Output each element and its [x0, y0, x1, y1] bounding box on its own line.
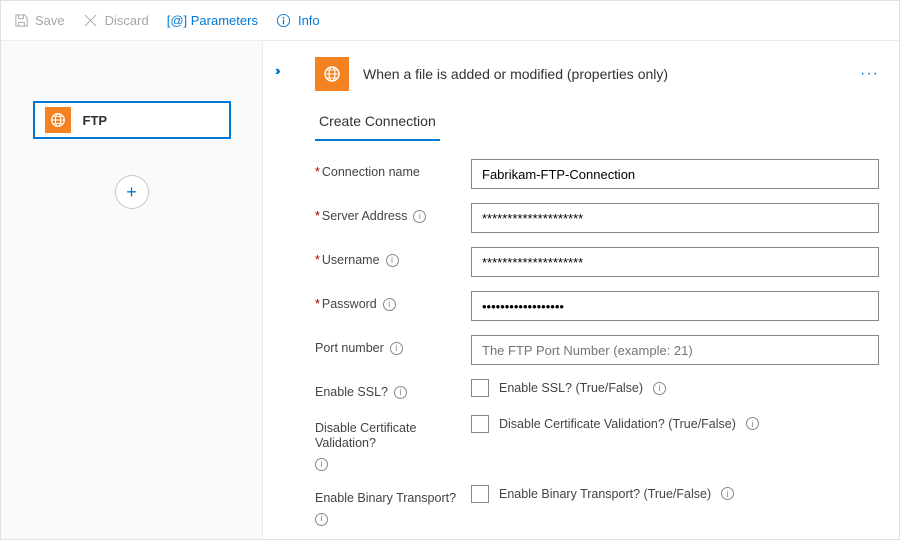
add-step-button[interactable]: + — [115, 175, 149, 209]
enable-ssl-checkbox[interactable] — [471, 379, 489, 397]
server-address-input[interactable] — [471, 203, 879, 233]
info-icon[interactable]: i — [653, 382, 666, 395]
parameters-label: [@] Parameters — [167, 13, 258, 28]
info-icon — [276, 13, 292, 29]
discard-label: Discard — [105, 13, 149, 28]
port-number-input[interactable] — [471, 335, 879, 365]
info-button[interactable]: Info — [276, 13, 320, 29]
enable-ssl-checkbox-label: Enable SSL? (True/False) — [499, 381, 643, 395]
enable-binary-checkbox-label: Enable Binary Transport? (True/False) — [499, 487, 711, 501]
parameters-button[interactable]: [@] Parameters — [167, 13, 258, 28]
connection-name-label: Connection name — [315, 165, 420, 181]
plus-icon: + — [126, 182, 137, 203]
save-label: Save — [35, 13, 65, 28]
designer-sidebar: FTP + — [1, 41, 263, 539]
server-address-label: Server Address — [315, 209, 407, 225]
disable-cert-checkbox-label: Disable Certificate Validation? (True/Fa… — [499, 417, 736, 431]
connection-name-input[interactable] — [471, 159, 879, 189]
close-icon — [83, 13, 99, 29]
info-icon[interactable]: i — [394, 386, 407, 399]
info-icon[interactable]: i — [315, 513, 328, 526]
detail-panel: ›› When a file is added or modified (pro… — [263, 41, 899, 539]
info-icon[interactable]: i — [315, 458, 328, 471]
trigger-header: When a file is added or modified (proper… — [273, 57, 879, 91]
ftp-connector-icon — [45, 107, 71, 133]
password-label: Password — [315, 297, 377, 313]
trigger-title: When a file is added or modified (proper… — [363, 66, 668, 82]
info-icon[interactable]: i — [386, 254, 399, 267]
info-icon[interactable]: i — [746, 417, 759, 430]
save-icon — [13, 13, 29, 29]
info-icon[interactable]: i — [413, 210, 426, 223]
trigger-card-label: FTP — [83, 113, 108, 128]
tab-create-connection[interactable]: Create Connection — [315, 105, 440, 141]
enable-ssl-label: Enable SSL? — [315, 385, 388, 401]
info-icon[interactable]: i — [390, 342, 403, 355]
toolbar: Save Discard [@] Parameters Info — [1, 1, 899, 41]
disable-cert-checkbox[interactable] — [471, 415, 489, 433]
port-number-label: Port number — [315, 341, 384, 357]
info-icon[interactable]: i — [383, 298, 396, 311]
save-button[interactable]: Save — [13, 13, 65, 29]
tab-strip: Create Connection — [273, 105, 879, 141]
username-input[interactable] — [471, 247, 879, 277]
info-icon[interactable]: i — [721, 487, 734, 500]
disable-cert-label: Disable Certificate Validation? — [315, 421, 471, 452]
username-label: Username — [315, 253, 380, 269]
ftp-connector-icon — [315, 57, 349, 91]
trigger-more-button[interactable]: ··· — [860, 65, 879, 83]
discard-button[interactable]: Discard — [83, 13, 149, 29]
connection-form: Connection name Server Address i Username… — [273, 159, 879, 539]
collapse-panel-button[interactable]: ›› — [275, 63, 278, 78]
enable-binary-label: Enable Binary Transport? — [315, 491, 456, 507]
trigger-card-ftp[interactable]: FTP — [33, 101, 231, 139]
password-input[interactable] — [471, 291, 879, 321]
enable-binary-checkbox[interactable] — [471, 485, 489, 503]
info-label: Info — [298, 13, 320, 28]
